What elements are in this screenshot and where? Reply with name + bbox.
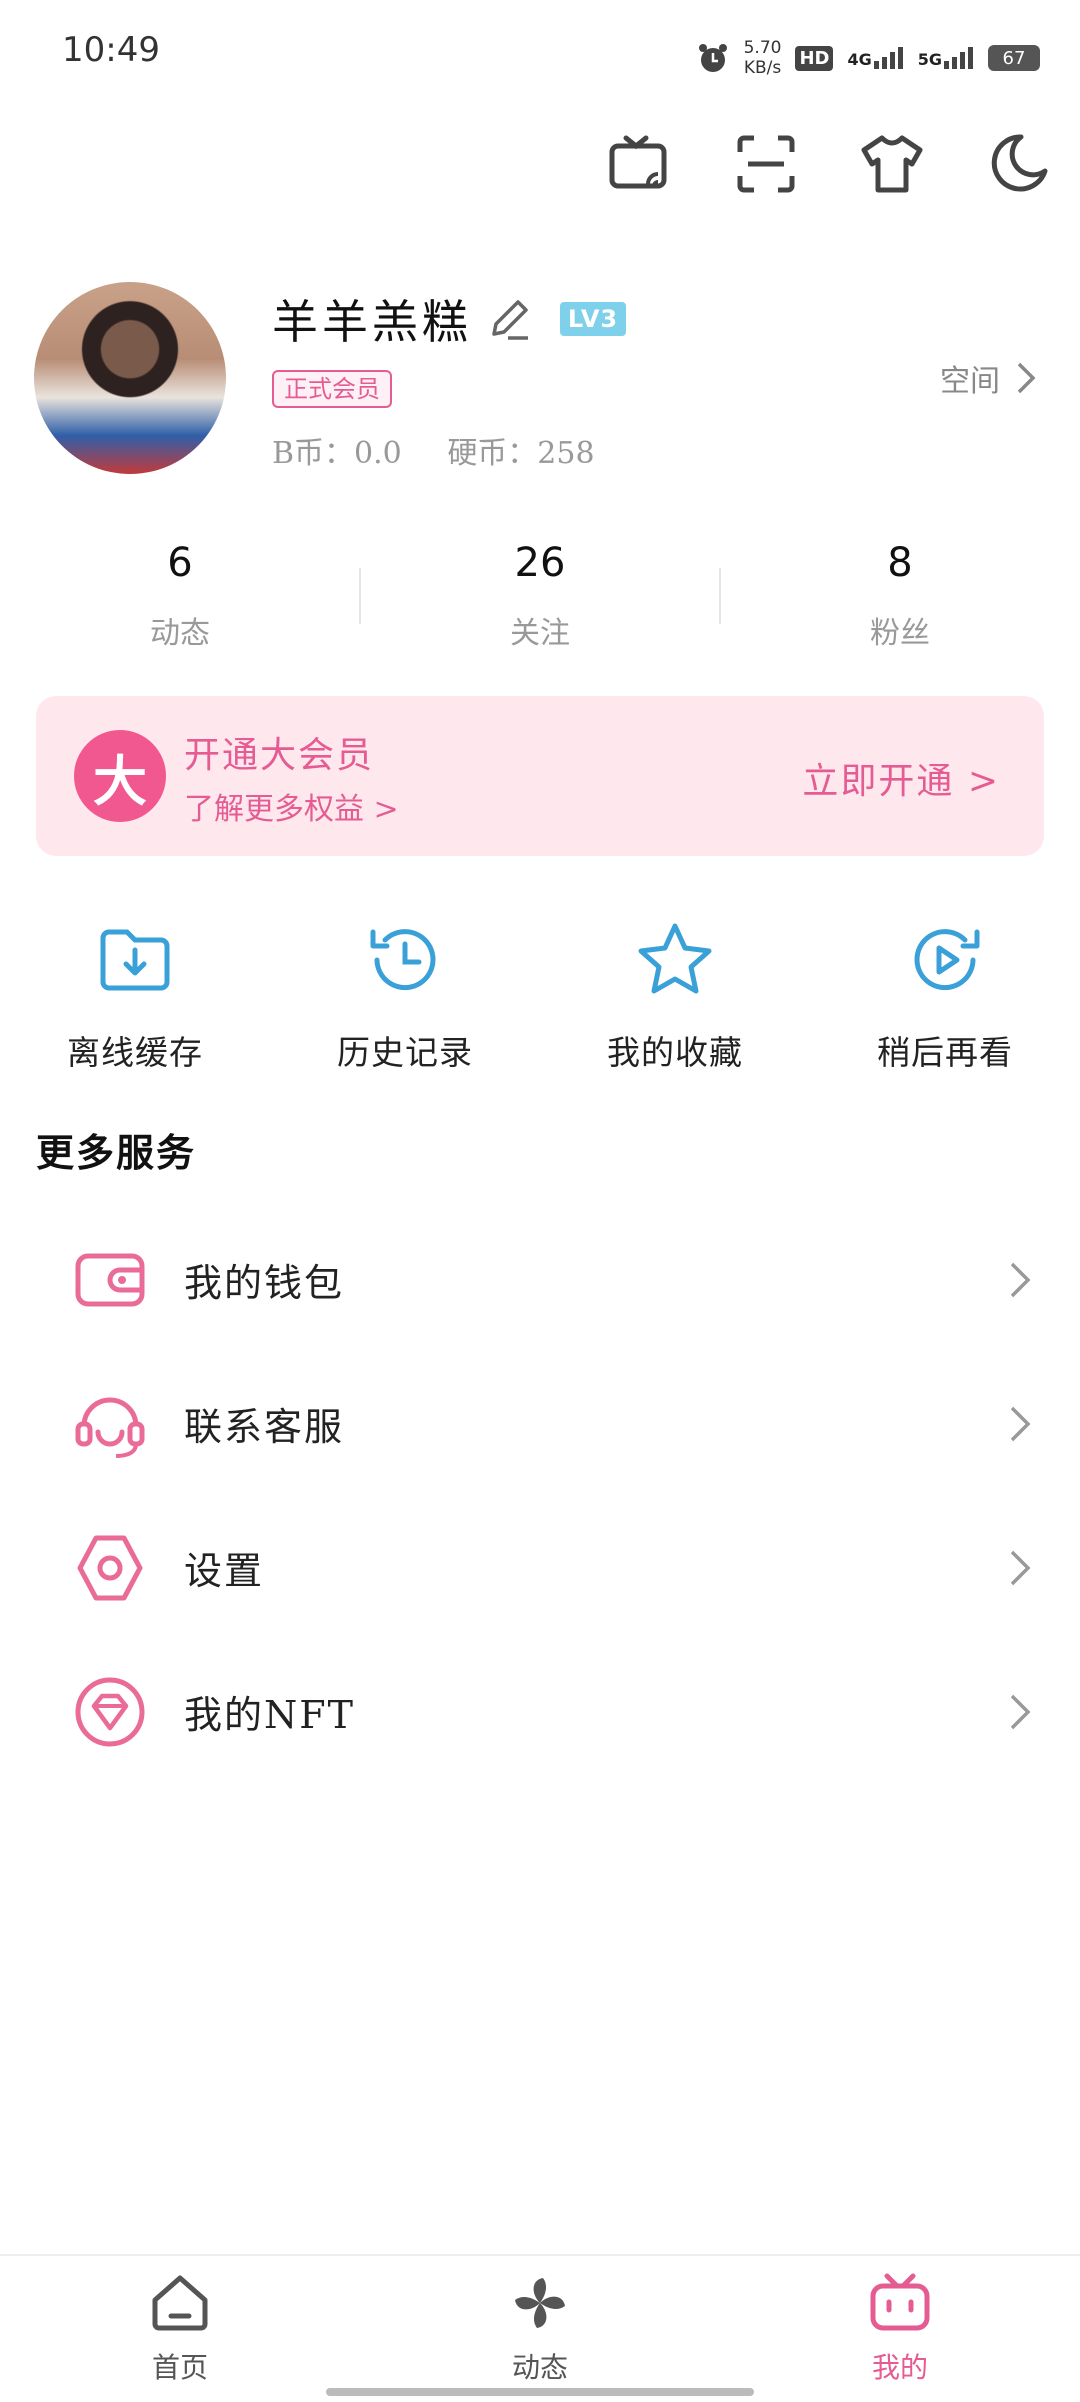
diamond-icon [72, 1674, 148, 1750]
tab-home[interactable]: 首页 [0, 2272, 360, 2386]
stat-label: 动态 [150, 616, 210, 651]
level-badge: LV3 [560, 302, 626, 336]
edit-icon[interactable] [486, 294, 534, 342]
quick-favorites[interactable]: 我的收藏 [540, 920, 810, 1074]
tv-mascot-icon [869, 2272, 931, 2334]
tab-label: 我的 [871, 2351, 928, 2384]
stat-following[interactable]: 26 关注 [360, 540, 720, 652]
space-link-label: 空间 [940, 364, 1000, 399]
coin: 硬币：258 [447, 436, 595, 471]
bottom-tab-bar: 首页 动态 我的 [0, 2254, 1080, 2402]
vip-logo-icon: 大 [74, 730, 166, 822]
quick-label: 历史记录 [337, 1033, 473, 1072]
download-folder-icon [95, 920, 175, 1000]
avatar[interactable] [34, 282, 226, 474]
coin-info: B币：0.0 硬币：258 [272, 428, 631, 472]
service-settings[interactable]: 设置 [0, 1496, 1080, 1640]
vip-title: 开通大会员 [184, 735, 375, 776]
quick-history[interactable]: 历史记录 [270, 920, 540, 1074]
star-icon [635, 920, 715, 1000]
home-icon [149, 2272, 211, 2334]
watch-later-icon [905, 920, 985, 1000]
vip-banner[interactable]: 大 开通大会员 了解更多权益 > 立即开通 > [36, 696, 1044, 856]
signal-5g: 5G [918, 47, 974, 69]
signal-bars-icon [873, 47, 903, 69]
wallet-icon [72, 1242, 148, 1318]
settings-icon [72, 1530, 148, 1606]
service-label: 我的钱包 [184, 1261, 345, 1305]
quick-label: 离线缓存 [67, 1033, 203, 1072]
signal-4g: 4G [847, 47, 903, 69]
battery-icon: 67 [988, 45, 1040, 71]
stat-label: 关注 [510, 616, 570, 651]
chevron-right-icon [1017, 362, 1036, 394]
moon-icon[interactable] [982, 128, 1054, 200]
tab-dynamics[interactable]: 动态 [360, 2272, 720, 2386]
section-title: 更多服务 [36, 1130, 197, 1175]
username[interactable]: 羊羊羔糕 [272, 286, 472, 352]
chevron-right-icon [1006, 1692, 1034, 1732]
hd-icon: HD [795, 45, 834, 71]
chevron-right-icon [1006, 1548, 1034, 1588]
service-label: 联系客服 [184, 1405, 345, 1449]
tab-label: 首页 [151, 2351, 208, 2384]
vip-open-button[interactable]: 立即开通 > [802, 752, 1000, 804]
quick-label: 我的收藏 [607, 1033, 743, 1072]
status-time: 10:49 [62, 30, 160, 70]
service-customer-support[interactable]: 联系客服 [0, 1352, 1080, 1496]
stat-fans[interactable]: 8 粉丝 [720, 540, 1080, 652]
space-link[interactable]: 空间 [940, 356, 1036, 400]
stat-value: 26 [514, 540, 566, 586]
quick-offline-cache[interactable]: 离线缓存 [0, 920, 270, 1074]
stat-label: 粉丝 [870, 616, 930, 651]
tv-cast-icon[interactable] [604, 128, 676, 200]
stat-value: 6 [167, 540, 193, 586]
network-speed: 5.70 KB/s [743, 38, 782, 78]
pinwheel-icon [509, 2272, 571, 2334]
tab-mine[interactable]: 我的 [720, 2272, 1080, 2386]
service-nft[interactable]: 我的NFT [0, 1640, 1080, 1784]
chevron-right-icon [1006, 1404, 1034, 1444]
signal-bars-icon [944, 47, 973, 69]
service-label: 我的NFT [184, 1693, 355, 1737]
chevron-right-icon [1006, 1260, 1034, 1300]
tab-label: 动态 [511, 2351, 568, 2384]
vip-tag: 正式会员 [272, 370, 392, 408]
service-wallet[interactable]: 我的钱包 [0, 1208, 1080, 1352]
b-coin: B币：0.0 [272, 436, 402, 471]
status-icons: 5.70 KB/s HD 4G 5G 67 [696, 28, 1040, 88]
alarm-icon [698, 44, 727, 72]
history-icon [365, 920, 445, 1000]
headset-icon [72, 1386, 148, 1462]
quick-watch-later[interactable]: 稍后再看 [810, 920, 1080, 1074]
stat-dynamics[interactable]: 6 动态 [0, 540, 360, 652]
quick-label: 稍后再看 [877, 1033, 1013, 1072]
vip-subtitle[interactable]: 了解更多权益 > [184, 784, 399, 828]
scan-icon[interactable] [730, 128, 802, 200]
stat-value: 8 [887, 540, 913, 586]
tshirt-icon[interactable] [856, 128, 928, 200]
home-indicator[interactable] [326, 2388, 754, 2396]
service-label: 设置 [184, 1549, 265, 1593]
